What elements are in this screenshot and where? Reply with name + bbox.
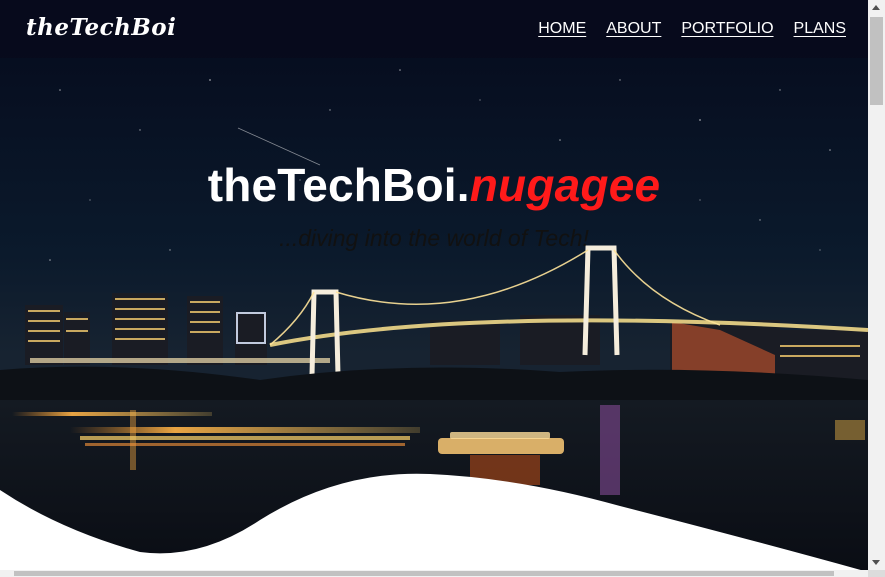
hero-title-main: theTechBoi. xyxy=(207,159,470,211)
hero-background-image xyxy=(0,0,868,570)
hero-tagline: ...diving into the world of Tech! xyxy=(279,225,589,251)
page-viewport: theTechBoi HOME ABOUT PORTFOLIO PLANS th… xyxy=(0,0,868,570)
nav-plans-link[interactable]: PLANS xyxy=(794,20,846,38)
hero-title: theTechBoi.nugagee xyxy=(0,158,868,212)
vertical-scrollbar[interactable] xyxy=(868,0,885,570)
hero-title-accent: nugagee xyxy=(469,159,661,211)
top-navbar: theTechBoi HOME ABOUT PORTFOLIO PLANS xyxy=(0,0,868,58)
main-nav: HOME ABOUT PORTFOLIO PLANS xyxy=(538,20,846,38)
vertical-scroll-thumb[interactable] xyxy=(870,17,883,105)
nav-home-link[interactable]: HOME xyxy=(538,20,586,38)
hero-section xyxy=(0,0,868,570)
horizontal-scrollbar[interactable] xyxy=(0,570,868,577)
horizontal-scroll-thumb[interactable] xyxy=(14,571,834,576)
scroll-up-arrow-icon[interactable] xyxy=(872,5,880,10)
brand-logo[interactable]: theTechBoi xyxy=(26,14,176,41)
nav-portfolio-link[interactable]: PORTFOLIO xyxy=(681,20,773,38)
nav-about-link[interactable]: ABOUT xyxy=(606,20,661,38)
scroll-down-arrow-icon[interactable] xyxy=(872,560,880,565)
scrollbar-corner xyxy=(868,570,885,577)
